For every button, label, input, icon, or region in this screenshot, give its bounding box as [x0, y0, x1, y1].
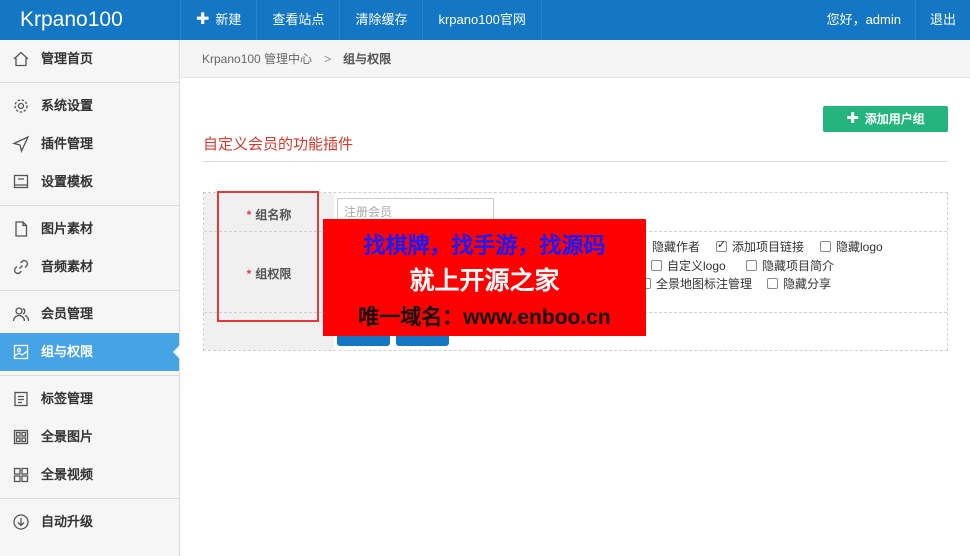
- sidebar-item-label: 管理首页: [41, 51, 94, 66]
- sidebar-item-label: 系统设置: [41, 98, 94, 113]
- breadcrumb-current: 组与权限: [343, 52, 392, 66]
- clear-cache-link[interactable]: 清除缓存: [340, 0, 424, 40]
- official-site-link[interactable]: krpano100官网: [423, 0, 542, 40]
- breadcrumb-separator: >: [324, 52, 332, 66]
- app-logo[interactable]: Krpano100: [0, 0, 180, 40]
- new-button-label: 新建: [215, 12, 242, 27]
- breadcrumb-root[interactable]: Krpano100 管理中心: [202, 52, 312, 66]
- apps-icon: [13, 467, 29, 483]
- perm-label: 自定义logo: [667, 259, 726, 273]
- file-icon: [15, 221, 28, 237]
- sidebar-item-plugins[interactable]: 插件管理: [0, 125, 179, 163]
- watermark-line3: 唯一域名：www.enboo.cn: [358, 306, 611, 329]
- download-icon: [13, 514, 29, 530]
- perm-map-annotation[interactable]: 全景地图标注管理: [640, 275, 752, 292]
- send-icon: [12, 135, 30, 153]
- perm-add-project-link[interactable]: 添加项目链接: [716, 238, 804, 255]
- top-bar: Krpano100 ✚ 新建 查看站点 清除缓存 krpano100官网 您好，a…: [0, 0, 970, 40]
- sidebar-item-home[interactable]: 管理首页: [0, 40, 179, 78]
- watermark-banner: 找棋牌，找手游，找源码 就上开源之家 唯一域名：www.enboo.cn: [323, 219, 646, 336]
- perm-label: 隐藏作者: [652, 240, 701, 254]
- top-nav: ✚ 新建 查看站点 清除缓存 krpano100官网: [180, 0, 542, 40]
- user-greeting: 您好，admin: [813, 0, 916, 40]
- checkbox[interactable]: [767, 278, 778, 289]
- image-icon: [13, 344, 29, 360]
- divider: [203, 161, 948, 162]
- view-site-link[interactable]: 查看站点: [257, 0, 341, 40]
- user-area: 您好，admin 退出: [813, 0, 970, 40]
- sidebar-item-groups-permissions[interactable]: 组与权限: [0, 333, 180, 371]
- divider: [0, 205, 179, 206]
- plus-icon: ✚: [196, 11, 210, 28]
- sidebar-item-audio[interactable]: 音频素材: [0, 248, 179, 286]
- sidebar-item-label: 自动升级: [41, 514, 94, 529]
- document-icon: [14, 391, 28, 407]
- home-icon: [13, 51, 29, 67]
- perm-hide-share[interactable]: 隐藏分享: [767, 275, 831, 292]
- book-icon: [13, 174, 29, 189]
- sidebar-item-label: 会员管理: [41, 306, 94, 321]
- sidebar-item-label: 音频素材: [41, 259, 94, 274]
- sidebar-item-tags[interactable]: 标签管理: [0, 380, 179, 418]
- sidebar-item-label: 全景视频: [41, 467, 94, 482]
- sidebar-item-panorama-images[interactable]: 全景图片: [0, 418, 179, 456]
- checkbox-checked[interactable]: [716, 238, 727, 252]
- watermark-line2: 就上开源之家: [409, 267, 560, 295]
- divider: [0, 82, 179, 83]
- sidebar: 管理首页 系统设置 插件管理 设置模板 图片素材 音频素材 会员管理 组与权限 …: [0, 40, 180, 556]
- sidebar-item-system-settings[interactable]: 系统设置: [0, 87, 179, 125]
- perm-label: 隐藏分享: [783, 277, 832, 291]
- plus-icon: ✚: [846, 110, 859, 127]
- sidebar-item-templates[interactable]: 设置模板: [0, 163, 179, 201]
- sidebar-item-label: 组与权限: [41, 344, 94, 359]
- perm-hide-project-intro[interactable]: 隐藏项目简介: [746, 257, 834, 274]
- divider: [0, 375, 179, 376]
- sidebar-item-label: 全景图片: [41, 429, 94, 444]
- checkbox[interactable]: [820, 241, 831, 252]
- new-button[interactable]: ✚ 新建: [180, 0, 258, 40]
- sidebar-item-label: 图片素材: [41, 221, 94, 236]
- users-icon: [12, 307, 30, 322]
- sidebar-item-members[interactable]: 会员管理: [0, 295, 179, 333]
- grid-icon: [13, 429, 29, 445]
- divider: [0, 290, 179, 291]
- perm-hide-author[interactable]: 隐藏作者: [652, 238, 700, 255]
- checkbox[interactable]: [651, 260, 662, 271]
- watermark-line1: 找棋牌，找手游，找源码: [363, 233, 606, 258]
- checkbox[interactable]: [746, 260, 757, 271]
- perm-label: 全景地图标注管理: [656, 277, 753, 291]
- highlight-frame: [217, 191, 319, 322]
- link-icon: [13, 259, 29, 275]
- sidebar-item-label: 插件管理: [41, 136, 94, 151]
- add-user-group-label: 添加用户组: [864, 112, 925, 126]
- section-title: 自定义会员的功能插件: [203, 136, 354, 153]
- sidebar-item-label: 设置模板: [41, 174, 94, 189]
- gear-icon: [14, 99, 28, 113]
- perm-hide-logo[interactable]: 隐藏logo: [820, 238, 883, 255]
- perm-label: 隐藏logo: [836, 240, 883, 254]
- perm-label: 隐藏项目简介: [762, 259, 835, 273]
- breadcrumb: Krpano100 管理中心 > 组与权限: [180, 40, 970, 78]
- perm-custom-logo[interactable]: 自定义logo: [651, 257, 726, 274]
- sidebar-item-panorama-videos[interactable]: 全景视频: [0, 456, 179, 494]
- logout-link[interactable]: 退出: [916, 0, 970, 40]
- sidebar-item-label: 标签管理: [41, 391, 94, 406]
- add-user-group-button[interactable]: ✚ 添加用户组: [823, 106, 948, 132]
- sidebar-item-images[interactable]: 图片素材: [0, 210, 179, 248]
- divider: [0, 498, 179, 499]
- sidebar-item-auto-upgrade[interactable]: 自动升级: [0, 503, 179, 541]
- perm-label: 添加项目链接: [732, 240, 805, 254]
